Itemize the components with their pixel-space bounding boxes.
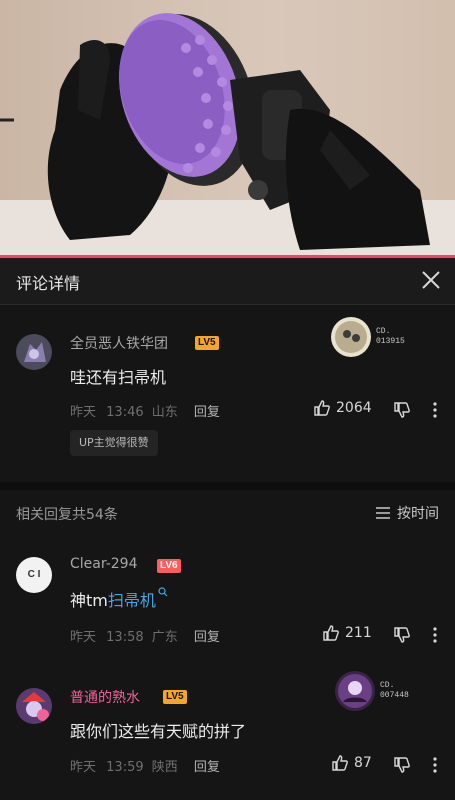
video-player[interactable] — [0, 0, 455, 258]
comment-meta: 昨天 13:58 广东 回复 — [70, 626, 220, 645]
sort-icon — [376, 507, 390, 519]
fan-code-line2: 007448 — [380, 691, 409, 700]
comment-date: 昨天 — [70, 760, 97, 775]
like-button[interactable]: 87 — [331, 754, 372, 772]
close-icon[interactable] — [421, 270, 441, 290]
reply-button[interactable]: 回复 — [194, 630, 220, 645]
thumb-down-icon[interactable] — [393, 756, 411, 774]
comment-location: 山东 — [151, 405, 178, 420]
sort-label: 按时间 — [397, 506, 439, 522]
username[interactable]: 全员恶人铁华团 — [70, 333, 168, 353]
comment-meta: 昨天 13:59 陕西 回复 — [70, 756, 220, 775]
related-count-label: 相关回复共54条 — [16, 507, 118, 523]
level-badge: LV5 — [163, 690, 187, 704]
thumb-up-icon — [323, 625, 339, 641]
comment-detail-header: 评论详情 — [0, 258, 455, 305]
username[interactable]: 普通的熟水 — [70, 687, 140, 707]
fan-medal[interactable]: CD. 013915 — [330, 316, 405, 358]
like-count: 2064 — [336, 400, 372, 416]
comment-date: 昨天 — [70, 405, 97, 420]
fan-code-line1: CD. — [380, 681, 395, 690]
search-keyword-link[interactable]: 扫帚机 — [108, 591, 156, 610]
fan-medal[interactable]: CD. 007448 — [334, 670, 409, 712]
thumb-up-icon — [314, 400, 330, 416]
comment-time: 13:58 — [106, 630, 144, 645]
reply-button[interactable]: 回复 — [194, 760, 220, 775]
search-icon — [158, 587, 168, 597]
thumb-up-icon — [332, 755, 348, 771]
avatar-image — [16, 688, 52, 724]
sort-button[interactable]: 按时间 — [375, 503, 439, 523]
thumb-down-icon[interactable] — [393, 626, 411, 644]
comment-text: 哇还有扫帚机 — [70, 368, 167, 387]
thumb-down-icon[interactable] — [393, 401, 411, 419]
comment-location: 陕西 — [151, 760, 178, 775]
reply-item: 普通的熟水 LV5 CD. 007448 跟你们这些有天赋的拼了 昨天 13:5… — [0, 668, 455, 793]
like-button[interactable]: 2064 — [313, 399, 372, 417]
related-replies-bar: 相关回复共54条 按时间 — [0, 492, 455, 534]
level-badge: LV6 — [157, 559, 181, 573]
like-button[interactable]: 211 — [322, 624, 372, 642]
polisher-image — [0, 13, 430, 251]
up-liked-tag: UP主觉得很赞 — [70, 430, 158, 456]
avatar-image — [16, 334, 52, 370]
comment-text: 神tm扫帚机 — [70, 587, 168, 611]
username[interactable]: Clear-294 — [70, 556, 138, 572]
more-options-icon[interactable] — [433, 401, 437, 419]
reply-button[interactable]: 回复 — [194, 405, 220, 420]
avatar[interactable] — [16, 688, 52, 724]
avatar-initials: C I — [27, 569, 41, 580]
avatar[interactable]: C I — [16, 557, 52, 593]
comment-time: 13:59 — [106, 760, 144, 775]
comment-time: 13:46 — [106, 405, 144, 420]
more-options-icon[interactable] — [433, 626, 437, 644]
comment-text-prefix: 神tm — [70, 591, 108, 610]
avatar[interactable] — [16, 334, 52, 370]
comment-date: 昨天 — [70, 630, 97, 645]
page-title: 评论详情 — [16, 274, 81, 293]
like-count: 87 — [354, 755, 372, 771]
fan-medal-avatar — [335, 671, 375, 711]
level-badge: LV5 — [195, 336, 219, 350]
more-options-icon[interactable] — [433, 756, 437, 774]
main-comment: 全员恶人铁华团 LV5 CD. 013915 哇还有扫帚机 昨天 13:46 山… — [0, 304, 455, 474]
fan-medal-avatar — [331, 317, 371, 357]
section-divider — [0, 482, 455, 490]
fan-code-line2: 013915 — [376, 337, 405, 346]
comment-location: 广东 — [151, 630, 178, 645]
like-count: 211 — [345, 625, 372, 641]
comment-meta: 昨天 13:46 山东 回复 — [70, 401, 220, 420]
comment-text: 跟你们这些有天赋的拼了 — [70, 722, 247, 741]
fan-code-line1: CD. — [376, 327, 391, 336]
reply-item: C I Clear-294 LV6 神tm扫帚机 昨天 13:58 广东 回复 … — [0, 540, 455, 655]
